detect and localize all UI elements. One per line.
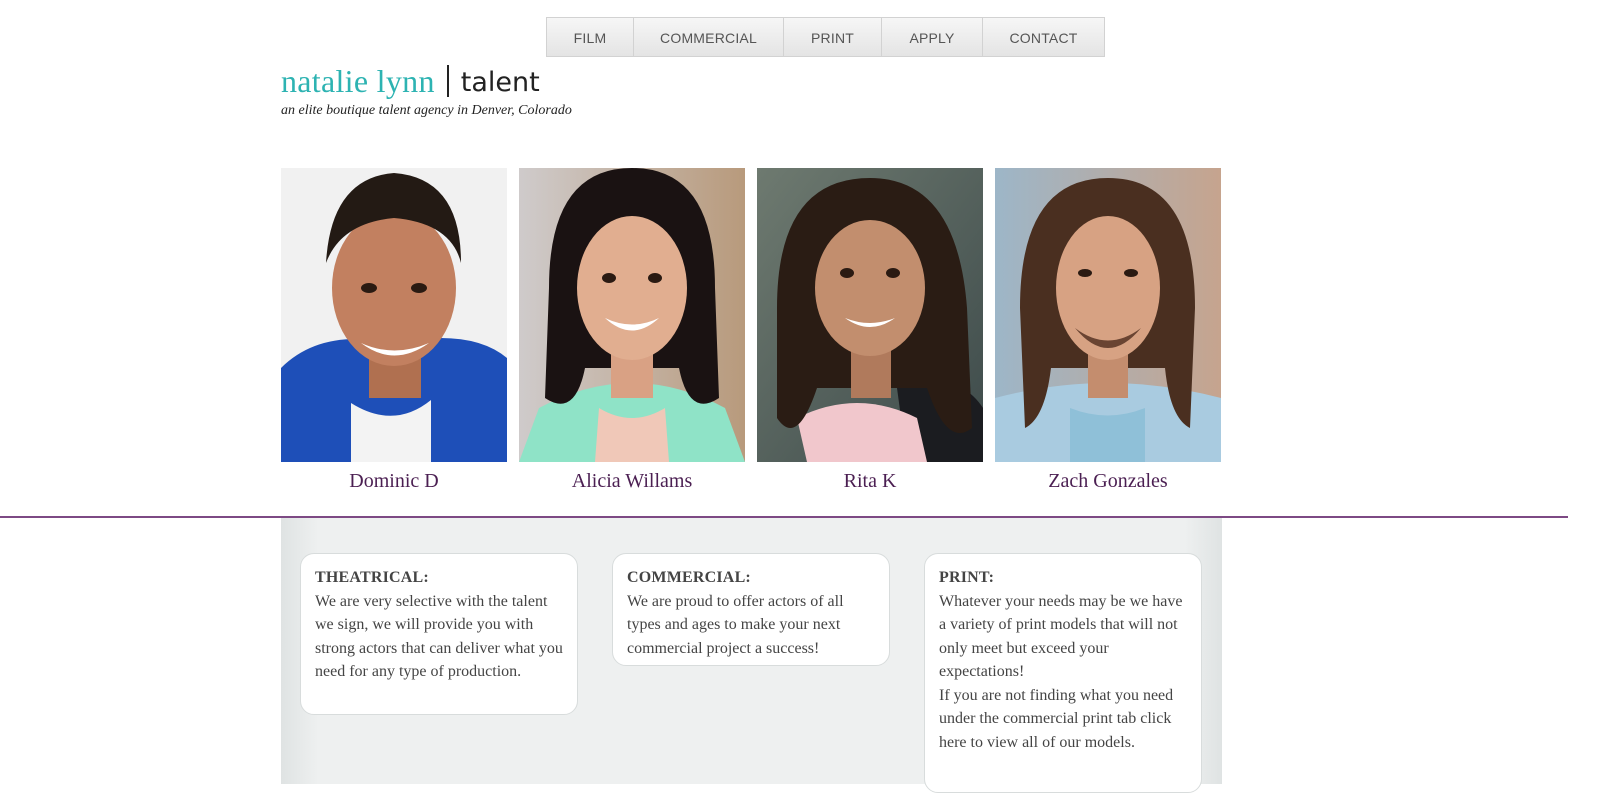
talent-photo[interactable] bbox=[519, 168, 745, 462]
services-section: THEATRICAL: We are very selective with t… bbox=[281, 518, 1222, 793]
logo-suffix: talent bbox=[460, 67, 540, 98]
theatrical-box: THEATRICAL: We are very selective with t… bbox=[300, 553, 578, 715]
theatrical-title: THEATRICAL: bbox=[315, 569, 429, 586]
theatrical-body: We are very selective with the talent we… bbox=[315, 592, 563, 681]
print-box: PRINT: Whatever your needs may be we hav… bbox=[924, 553, 1202, 793]
talent-photo[interactable] bbox=[757, 168, 983, 462]
commercial-box: COMMERCIAL: We are proud to offer actors… bbox=[612, 553, 890, 666]
talent-card: Alicia Willams bbox=[519, 168, 745, 493]
site-tagline: an elite boutique talent agency in Denve… bbox=[281, 103, 572, 118]
logo-separator bbox=[446, 65, 449, 97]
talent-gallery: Dominic D Alicia Willams Rita K Zach Gon… bbox=[281, 168, 1221, 493]
print-title: PRINT: bbox=[939, 569, 995, 586]
talent-photo[interactable] bbox=[995, 168, 1221, 462]
talent-name[interactable]: Zach Gonzales bbox=[995, 470, 1221, 493]
headshot-image bbox=[757, 168, 983, 462]
main-nav: FILM COMMERCIAL PRINT APPLY CONTACT bbox=[546, 17, 1105, 57]
talent-card: Zach Gonzales bbox=[995, 168, 1221, 493]
commercial-body: We are proud to offer actors of all type… bbox=[627, 592, 844, 657]
nav-apply[interactable]: APPLY bbox=[882, 17, 983, 57]
nav-contact[interactable]: CONTACT bbox=[983, 17, 1105, 57]
headshot-image bbox=[281, 168, 507, 462]
site-logo[interactable]: natalie lynn talent bbox=[281, 58, 540, 100]
headshot-image bbox=[519, 168, 745, 462]
nav-commercial[interactable]: COMMERCIAL bbox=[634, 17, 784, 57]
headshot-image bbox=[995, 168, 1221, 462]
logo-name: natalie lynn bbox=[281, 63, 435, 99]
talent-name[interactable]: Alicia Willams bbox=[519, 470, 745, 493]
talent-card: Dominic D bbox=[281, 168, 507, 493]
talent-photo[interactable] bbox=[281, 168, 507, 462]
commercial-title: COMMERCIAL: bbox=[627, 569, 751, 586]
nav-print[interactable]: PRINT bbox=[784, 17, 882, 57]
nav-film[interactable]: FILM bbox=[546, 17, 634, 57]
print-body: Whatever your needs may be we have a var… bbox=[939, 592, 1183, 681]
print-body-link[interactable]: If you are not finding what you need und… bbox=[939, 684, 1187, 755]
talent-name[interactable]: Dominic D bbox=[281, 470, 507, 493]
talent-card: Rita K bbox=[757, 168, 983, 493]
talent-name[interactable]: Rita K bbox=[757, 470, 983, 493]
